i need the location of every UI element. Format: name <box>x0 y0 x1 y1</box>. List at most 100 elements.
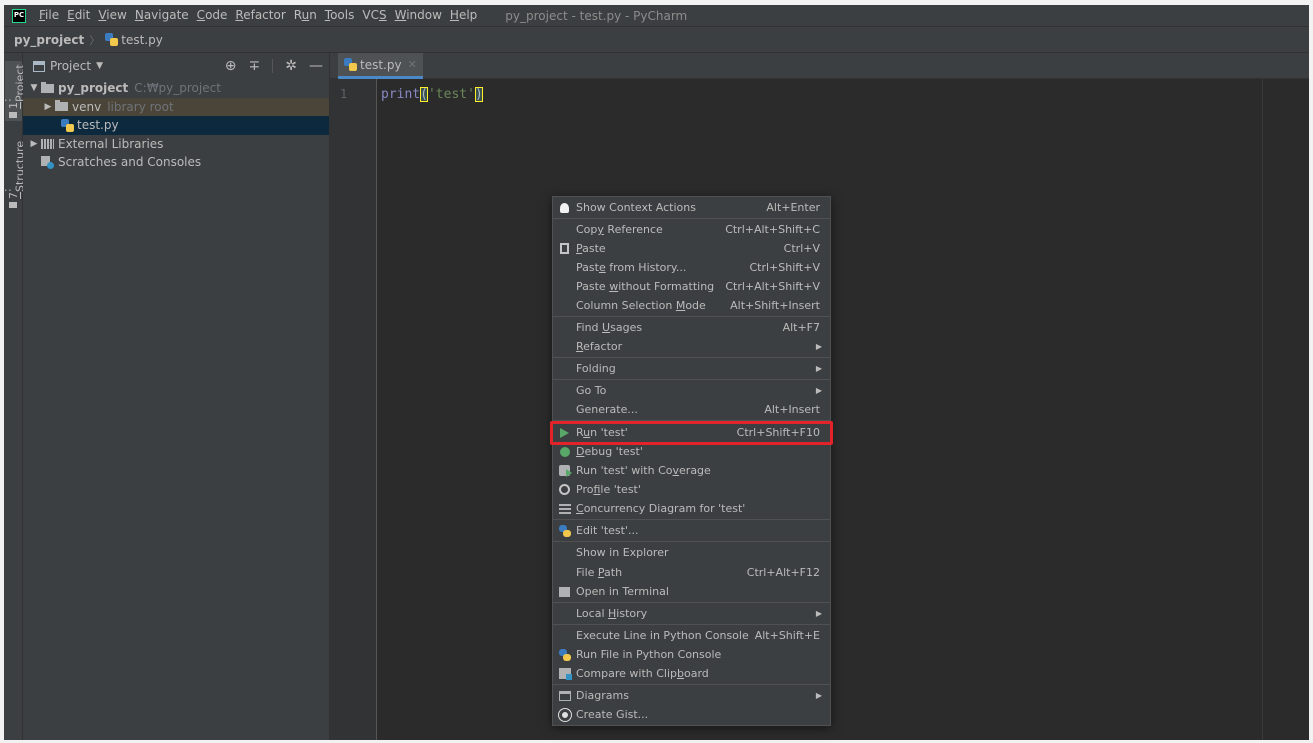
python-icon <box>558 648 571 661</box>
menu-item-label: Run File in Python Console <box>576 648 722 661</box>
menu-vcs[interactable]: VCS <box>358 5 390 26</box>
menu-code[interactable]: Code <box>193 5 232 26</box>
menu-run-file-console[interactable]: Run File in Python Console <box>553 645 830 664</box>
menu-run-test[interactable]: Run 'test' Ctrl+Shift+F10 <box>553 423 830 442</box>
menu-show-in-explorer[interactable]: Show in Explorer <box>553 543 830 562</box>
menu-item-label: Paste without Formatting <box>576 280 715 293</box>
chevron-down-icon: ▼ <box>96 61 103 71</box>
menu-separator <box>553 379 830 380</box>
menu-paste-without-formatting[interactable]: Paste without Formatting Ctrl+Alt+Shift+… <box>553 277 830 296</box>
profiler-icon <box>559 484 570 495</box>
tool-tab-project-number: 1 <box>7 101 20 109</box>
menu-item-label: Find Usages <box>576 321 643 334</box>
collapsed-arrow-icon[interactable]: ▶ <box>27 139 41 149</box>
menu-refactor[interactable]: Refactor <box>231 5 289 26</box>
folder-icon <box>9 111 18 118</box>
menu-separator <box>553 357 830 358</box>
folder-icon <box>55 100 68 112</box>
menu-paste[interactable]: Paste Ctrl+V <box>553 239 830 258</box>
project-tree: ▼ py_project C:₩py_project ▶ venv librar… <box>23 79 329 172</box>
menu-show-context-actions[interactable]: Show Context Actions Alt+Enter <box>553 198 830 217</box>
menu-find-usages[interactable]: Find Usages Alt+F7 <box>553 318 830 337</box>
menu-debug-test[interactable]: Debug 'test' <box>553 442 830 461</box>
menu-separator <box>553 420 830 421</box>
breadcrumb-file[interactable]: test.py <box>105 33 163 47</box>
menu-item-label: Generate... <box>576 403 638 416</box>
menu-item-label: Show in Explorer <box>576 546 669 559</box>
menu-compare-clipboard[interactable]: Compare with Clipboard <box>553 664 830 683</box>
tree-item-venv[interactable]: ▶ venv library root <box>23 97 329 116</box>
submenu-arrow-icon: ▶ <box>815 342 822 351</box>
gear-icon[interactable]: ✲ <box>285 58 297 74</box>
menu-create-gist[interactable]: Create Gist... <box>553 705 830 724</box>
menu-refactor[interactable]: Refactor ▶ <box>553 337 830 356</box>
menu-separator <box>553 316 830 317</box>
menu-concurrency-diagram[interactable]: Concurrency Diagram for 'test' <box>553 499 830 518</box>
close-icon[interactable]: ✕ <box>408 58 417 71</box>
collapsed-arrow-icon[interactable]: ▶ <box>41 102 55 112</box>
menu-run-with-coverage[interactable]: Run 'test' with Coverage <box>553 461 830 480</box>
menu-diagrams[interactable]: Diagrams ▶ <box>553 686 830 705</box>
code-paren-close: ) <box>474 87 483 102</box>
breadcrumb-project[interactable]: py_project <box>14 33 84 47</box>
run-icon <box>560 427 569 438</box>
menu-tools[interactable]: Tools <box>321 5 359 26</box>
menu-paste-from-history[interactable]: Paste from History... Ctrl+Shift+V <box>553 258 830 277</box>
tool-tab-project[interactable]: 1: Project <box>4 61 27 121</box>
menu-file-path[interactable]: File Path Ctrl+Alt+F12 <box>553 563 830 582</box>
menu-separator <box>553 519 830 520</box>
menu-window[interactable]: Window <box>391 5 446 26</box>
menu-edit-test[interactable]: Edit 'test'... <box>553 521 830 540</box>
expanded-arrow-icon[interactable]: ▼ <box>27 83 41 93</box>
python-file-icon <box>61 118 74 132</box>
menu-separator <box>553 218 830 219</box>
locate-icon[interactable]: ⊕ <box>225 58 237 74</box>
menu-help[interactable]: Help <box>446 5 481 26</box>
menu-copy-reference[interactable]: Copy Reference Ctrl+Alt+Shift+C <box>553 220 830 239</box>
menu-go-to[interactable]: Go To ▶ <box>553 381 830 400</box>
right-margin-guide <box>1262 79 1263 740</box>
menu-run[interactable]: Run <box>290 5 321 26</box>
editor-context-menu: Show Context Actions Alt+Enter Copy Refe… <box>552 196 831 726</box>
structure-icon <box>9 202 18 208</box>
menu-profile-test[interactable]: Profile 'test' <box>553 480 830 499</box>
menu-item-label: Paste from History... <box>576 261 687 274</box>
tree-item-external-libraries[interactable]: ▶ External Libraries <box>23 135 329 154</box>
menu-open-in-terminal[interactable]: Open in Terminal <box>553 582 830 601</box>
menu-edit[interactable]: Edit <box>63 5 94 26</box>
pycharm-logo-icon: PC <box>12 8 26 23</box>
menu-item-shortcut: Ctrl+Shift+F10 <box>736 426 820 439</box>
tab-test-py[interactable]: test.py ✕ <box>338 53 423 79</box>
menu-item-label: Debug 'test' <box>576 445 643 458</box>
code-editor[interactable]: print('test') <box>377 79 1309 740</box>
folder-icon <box>41 81 54 93</box>
tree-item-test-py[interactable]: test.py <box>23 116 329 135</box>
collapse-all-icon[interactable]: ∓ <box>249 58 261 74</box>
menu-file[interactable]: File <box>35 5 63 26</box>
project-view-selector[interactable]: Project ▼ <box>33 59 103 73</box>
tree-item-note: library root <box>107 99 174 114</box>
tree-item-project-root[interactable]: ▼ py_project C:₩py_project <box>23 79 329 98</box>
menu-local-history[interactable]: Local History ▶ <box>553 604 830 623</box>
menu-item-label: Profile 'test' <box>576 483 641 496</box>
menu-separator <box>553 684 830 685</box>
menu-navigate[interactable]: Navigate <box>131 5 193 26</box>
menu-item-label: Column Selection Mode <box>576 299 706 312</box>
menu-generate[interactable]: Generate... Alt+Insert <box>553 400 830 419</box>
tree-item-scratches[interactable]: Scratches and Consoles <box>23 153 329 172</box>
tree-item-label: External Libraries <box>58 136 164 151</box>
menu-view[interactable]: View <box>94 5 130 26</box>
minimize-icon[interactable]: — <box>309 58 323 74</box>
submenu-arrow-icon: ▶ <box>815 386 822 395</box>
tool-tab-structure[interactable]: 7: Structure <box>4 141 27 211</box>
menu-item-label: Concurrency Diagram for 'test' <box>576 502 746 515</box>
menu-bar: PC File Edit View Navigate Code Refactor… <box>4 5 1309 26</box>
menu-item-label: Edit 'test'... <box>576 524 639 537</box>
menu-execute-line-console[interactable]: Execute Line in Python Console Alt+Shift… <box>553 626 830 645</box>
menu-folding[interactable]: Folding ▶ <box>553 359 830 378</box>
project-window-icon <box>33 60 45 72</box>
python-file-icon <box>105 33 119 46</box>
menu-column-selection-mode[interactable]: Column Selection Mode Alt+Shift+Insert <box>553 296 830 315</box>
compare-icon <box>558 668 572 680</box>
menu-item-label: Run 'test' with Coverage <box>576 464 711 477</box>
